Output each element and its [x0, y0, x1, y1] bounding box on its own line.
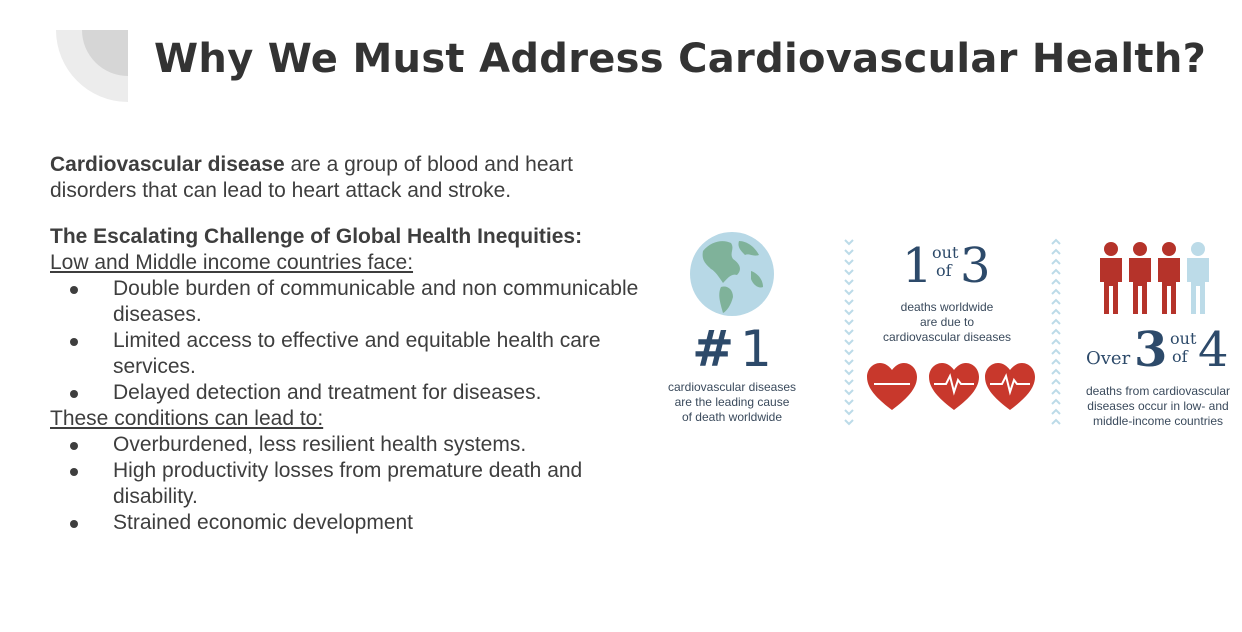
lead-list: Overburdened, less resilient health syst…: [50, 432, 660, 536]
globe-icon: [690, 232, 774, 316]
caption-line: deaths worldwide: [900, 300, 994, 314]
ratio-3-of-4: Over 3 out of 4: [1086, 320, 1236, 380]
chevron-divider: [1051, 238, 1061, 425]
caption-line: are the leading cause: [674, 395, 790, 409]
ratio-1-of-3: 1 out of 3: [894, 236, 1004, 298]
panel3-caption: deaths from cardiovascular diseases occu…: [1080, 384, 1236, 429]
body-text: Cardiovascular disease are a group of bl…: [50, 152, 660, 536]
intro-paragraph: Cardiovascular disease are a group of bl…: [50, 152, 660, 204]
list-item: Delayed detection and treatment for dise…: [50, 380, 660, 406]
list-item: High productivity losses from premature …: [50, 458, 660, 510]
caption-line: are due to: [919, 315, 975, 329]
caption-line: deaths from cardiovascular: [1085, 384, 1231, 398]
person-icon: [1129, 242, 1151, 314]
corner-decoration: [56, 30, 128, 102]
ratio-num1: 3: [1134, 322, 1168, 378]
lead-label: These conditions can lead to:: [50, 407, 324, 430]
ratio-out: out: [932, 243, 959, 262]
heartbeat-heart-icon: [929, 363, 979, 410]
caption-line: diseases occur in low- and: [1087, 399, 1229, 413]
panel1-caption: cardiovascular diseases are the leading …: [662, 380, 802, 425]
rank-number: #1: [662, 320, 802, 378]
person-icon: [1158, 242, 1180, 314]
caption-line: cardiovascular diseases: [882, 330, 1012, 344]
ratio-num1: 1: [902, 238, 933, 294]
person-icon: [1187, 242, 1209, 314]
heart-icon: [867, 363, 917, 410]
slide: Why We Must Address Cardiovascular Healt…: [0, 0, 1242, 632]
caption-line: cardiovascular diseases: [667, 380, 797, 394]
face-label: Low and Middle income countries face:: [50, 251, 414, 274]
caption-line: middle-income countries: [1092, 414, 1224, 428]
slide-title: Why We Must Address Cardiovascular Healt…: [154, 36, 1207, 82]
rank-digit: 1: [740, 320, 772, 378]
list-item: Strained economic development: [50, 510, 660, 536]
ratio-of: of: [1172, 347, 1188, 366]
list-item: Double burden of communicable and non co…: [50, 276, 660, 328]
intro-bold-term: Cardiovascular disease: [50, 153, 285, 176]
ratio-num2: 4: [1198, 322, 1229, 378]
challenge-heading: The Escalating Challenge of Global Healt…: [50, 225, 583, 248]
person-icon: [1100, 242, 1122, 314]
infographic: #1 cardiovascular diseases are the leadi…: [662, 228, 1237, 438]
list-item: Limited access to effective and equitabl…: [50, 328, 660, 380]
ratio-num2: 3: [960, 238, 991, 294]
heartbeat-heart-icon: [985, 363, 1035, 410]
list-item: Overburdened, less resilient health syst…: [50, 432, 660, 458]
caption-line: of death worldwide: [681, 410, 783, 424]
ratio-over: Over: [1086, 348, 1131, 369]
face-list: Double burden of communicable and non co…: [50, 276, 660, 406]
panel2-caption: deaths worldwide are due to cardiovascul…: [867, 300, 1027, 345]
chevron-divider: [844, 239, 854, 426]
hash-symbol: #: [692, 320, 735, 378]
ratio-of: of: [936, 261, 952, 280]
ratio-out: out: [1170, 329, 1197, 348]
